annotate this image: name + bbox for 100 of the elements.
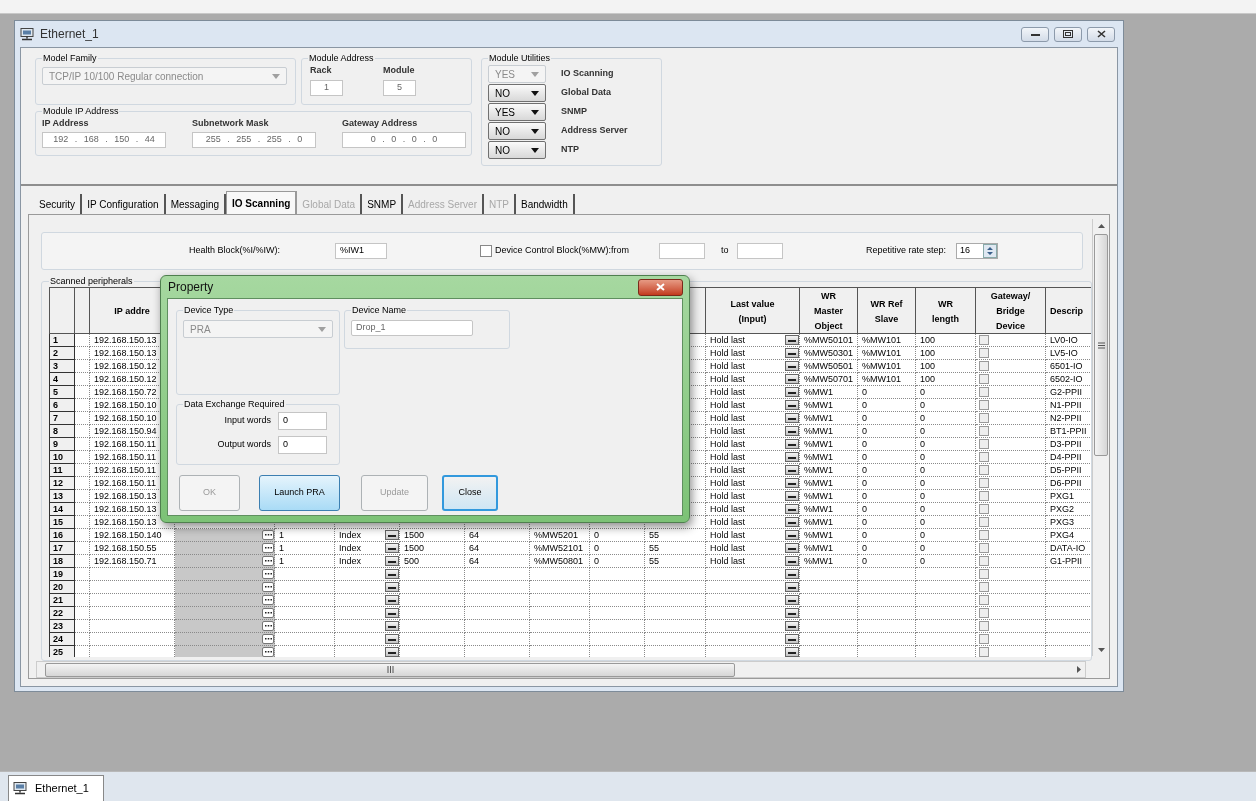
utility-dropdown[interactable]: NO: [488, 84, 546, 102]
field-button[interactable]: [785, 387, 799, 397]
minimize-button[interactable]: [1021, 26, 1049, 42]
field-button[interactable]: [785, 348, 799, 358]
ellipsis-button[interactable]: [262, 621, 274, 631]
checkbox[interactable]: [979, 426, 989, 436]
field-button[interactable]: [785, 530, 799, 540]
checkbox[interactable]: [979, 491, 989, 501]
field-button[interactable]: [785, 439, 799, 449]
checkbox[interactable]: [979, 413, 989, 423]
checkbox[interactable]: [979, 556, 989, 566]
checkbox[interactable]: [979, 543, 989, 553]
field-button[interactable]: [785, 608, 799, 618]
field-button[interactable]: [385, 621, 399, 631]
window-tab[interactable]: Ethernet_1: [8, 775, 104, 801]
field-button[interactable]: [385, 569, 399, 579]
spin-box[interactable]: 16: [956, 243, 998, 259]
checkbox[interactable]: [979, 647, 989, 657]
checkbox[interactable]: [979, 387, 989, 397]
dialog-button[interactable]: Launch PRA: [259, 475, 340, 511]
field-button[interactable]: [785, 543, 799, 553]
input-field[interactable]: [659, 243, 705, 259]
field-button[interactable]: [785, 426, 799, 436]
input-field[interactable]: Drop_1: [351, 320, 473, 336]
field-button[interactable]: [385, 582, 399, 592]
field-button[interactable]: [385, 647, 399, 657]
field-button[interactable]: [785, 621, 799, 631]
checkbox[interactable]: [979, 439, 989, 449]
checkbox[interactable]: [979, 530, 989, 540]
checkbox[interactable]: [979, 608, 989, 618]
field-button[interactable]: [785, 504, 799, 514]
checkbox[interactable]: [979, 348, 989, 358]
field-button[interactable]: [785, 569, 799, 579]
ellipsis-button[interactable]: [262, 582, 274, 592]
input-field[interactable]: 192 . 168 . 150 . 44: [42, 131, 166, 148]
field-button[interactable]: [385, 530, 399, 540]
checkbox[interactable]: [979, 361, 989, 371]
field-button[interactable]: [385, 634, 399, 644]
table-cell-text: 0: [861, 542, 868, 553]
horizontal-scrollbar[interactable]: [36, 661, 1086, 678]
checkbox[interactable]: [480, 245, 492, 257]
field-button[interactable]: [385, 595, 399, 605]
field-button[interactable]: [785, 361, 799, 371]
input-field[interactable]: 1: [310, 79, 343, 96]
field-button[interactable]: [785, 335, 799, 345]
field-label: Health Block(%I/%IW):: [189, 244, 282, 258]
ellipsis-button[interactable]: [262, 634, 274, 644]
checkbox[interactable]: [979, 569, 989, 579]
ellipsis-button[interactable]: [262, 530, 274, 540]
field-button[interactable]: [385, 543, 399, 553]
utility-dropdown[interactable]: NO: [488, 141, 546, 159]
field-button[interactable]: [785, 465, 799, 475]
checkbox[interactable]: [979, 595, 989, 605]
ellipsis-button[interactable]: [262, 608, 274, 618]
input-field[interactable]: 0: [278, 436, 327, 454]
field-button[interactable]: [785, 634, 799, 644]
field-button[interactable]: [785, 491, 799, 501]
field-button[interactable]: [385, 608, 399, 618]
ellipsis-button[interactable]: [262, 647, 274, 657]
ellipsis-button[interactable]: [262, 595, 274, 605]
scrollbar-thumb[interactable]: [1094, 234, 1108, 456]
input-field[interactable]: 5: [383, 79, 416, 96]
field-button[interactable]: [385, 556, 399, 566]
utility-dropdown[interactable]: YES: [488, 103, 546, 121]
checkbox[interactable]: [979, 517, 989, 527]
checkbox[interactable]: [979, 504, 989, 514]
checkbox[interactable]: [979, 335, 989, 345]
field-button[interactable]: [785, 374, 799, 384]
checkbox[interactable]: [979, 400, 989, 410]
input-field[interactable]: [737, 243, 783, 259]
checkbox[interactable]: [979, 465, 989, 475]
field-button[interactable]: [785, 452, 799, 462]
checkbox[interactable]: [979, 634, 989, 644]
checkbox[interactable]: [979, 374, 989, 384]
checkbox[interactable]: [979, 452, 989, 462]
restore-button[interactable]: [1054, 26, 1082, 42]
input-field[interactable]: 255 . 255 . 255 . 0: [192, 131, 316, 148]
ellipsis-button[interactable]: [262, 543, 274, 553]
close-button[interactable]: [638, 278, 683, 296]
input-field[interactable]: 0 . 0 . 0 . 0: [342, 131, 466, 148]
tab[interactable]: IO Scanning: [226, 191, 298, 214]
checkbox[interactable]: [979, 621, 989, 631]
scrollbar-thumb[interactable]: [45, 662, 735, 677]
field-button[interactable]: [785, 647, 799, 657]
field-button[interactable]: [785, 478, 799, 488]
field-button[interactable]: [785, 517, 799, 527]
close-button[interactable]: [1087, 26, 1115, 42]
input-field[interactable]: 0: [278, 412, 327, 430]
checkbox[interactable]: [979, 582, 989, 592]
utility-dropdown[interactable]: NO: [488, 122, 546, 140]
ellipsis-button[interactable]: [262, 556, 274, 566]
dialog-button[interactable]: Close: [442, 475, 498, 511]
field-button[interactable]: [785, 582, 799, 592]
field-button[interactable]: [785, 400, 799, 410]
ellipsis-button[interactable]: [262, 569, 274, 579]
field-button[interactable]: [785, 413, 799, 423]
input-field[interactable]: %IW1: [335, 243, 387, 259]
checkbox[interactable]: [979, 478, 989, 488]
field-button[interactable]: [785, 556, 799, 566]
field-button[interactable]: [785, 595, 799, 605]
